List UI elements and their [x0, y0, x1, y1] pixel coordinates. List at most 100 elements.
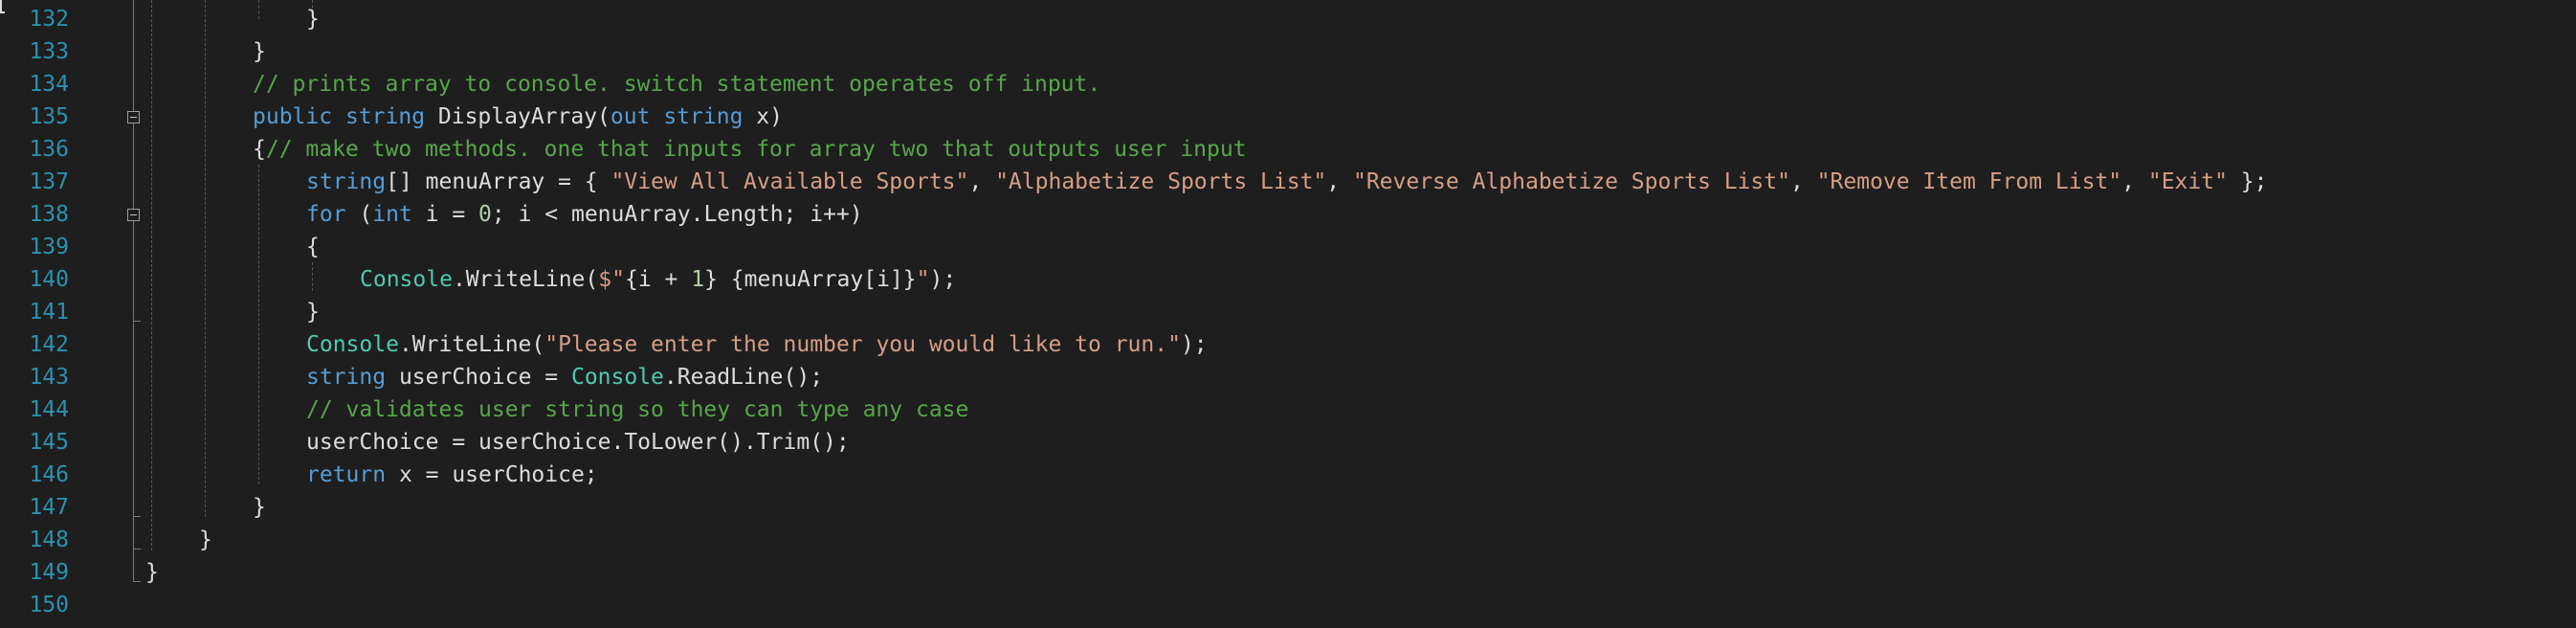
- line-number: 139: [29, 235, 69, 259]
- line-number: 146: [29, 462, 69, 487]
- code-line[interactable]: {// make two methods. one that inputs fo…: [253, 133, 1247, 166]
- code-token: ; i < menuArray.Length; i++): [491, 202, 863, 227]
- code-line[interactable]: Console.WriteLine("Please enter the numb…: [306, 328, 1208, 361]
- code-line[interactable]: }: [306, 3, 320, 35]
- code-token: x): [743, 104, 783, 129]
- type-token: Console: [570, 365, 664, 390]
- keyword-token: string: [344, 104, 426, 129]
- code-line[interactable]: {: [306, 231, 320, 263]
- number-token: 0: [478, 202, 492, 227]
- code-token: }: [253, 39, 266, 64]
- indent-guide: [312, 262, 313, 291]
- outline-end: [133, 516, 141, 517]
- string-token: "Alphabetize Sports List": [995, 169, 1327, 194]
- comment-token: // validates user string so they can typ…: [306, 397, 969, 422]
- code-token: {i +: [624, 267, 692, 292]
- code-line[interactable]: string userChoice = Console.ReadLine();: [306, 361, 823, 393]
- code-token: }: [306, 300, 320, 325]
- keyword-token: return: [306, 462, 387, 487]
- code-token: }: [145, 560, 159, 585]
- code-line[interactable]: public string DisplayArray(out string x): [253, 101, 783, 133]
- outline-end: [133, 549, 141, 550]
- code-line[interactable]: return x = userChoice;: [306, 459, 598, 491]
- code-line[interactable]: }: [306, 296, 320, 328]
- outline-end: [133, 321, 141, 322]
- code-token: {: [253, 137, 266, 162]
- code-token: ,: [2121, 169, 2148, 194]
- string-token: "Exit": [2147, 169, 2228, 194]
- code-token: .ReadLine();: [663, 365, 824, 390]
- code-line[interactable]: }: [199, 524, 212, 556]
- code-line[interactable]: userChoice = userChoice.ToLower().Trim()…: [306, 426, 850, 459]
- number-token: 1: [691, 267, 705, 292]
- code-token: };: [2227, 169, 2268, 194]
- collapse-toggle-for[interactable]: [127, 209, 140, 221]
- line-number: 142: [29, 332, 69, 357]
- code-token: userChoice = userChoice.ToLower().Trim()…: [306, 430, 850, 455]
- comment-token: // prints array to console. switch state…: [253, 72, 1101, 97]
- code-token: DisplayArray(: [425, 104, 611, 129]
- code-line[interactable]: }: [253, 491, 266, 524]
- code-token: .WriteLine(: [452, 267, 599, 292]
- line-number: 149: [29, 560, 69, 585]
- code-line[interactable]: Console.WriteLine($"{i + 1} {menuArray[i…: [360, 263, 956, 296]
- indent-guide: [205, 0, 206, 517]
- line-number-gutter: 132 133 134 135 136 137 138 139 140 141 …: [0, 0, 115, 628]
- line-number: 132: [29, 7, 69, 32]
- comment-token: // make two methods. one that inputs for…: [265, 137, 1247, 162]
- keyword-token: string: [306, 365, 387, 390]
- line-number: 136: [29, 137, 69, 162]
- code-line[interactable]: }: [145, 556, 159, 589]
- indent-guide: [151, 0, 152, 550]
- line-number: 133: [29, 39, 69, 64]
- code-token: (: [345, 202, 373, 227]
- line-number: 140: [29, 267, 69, 292]
- outline-end: [133, 581, 141, 582]
- string-token: "Remove Item From List": [1816, 169, 2122, 194]
- code-token: x = userChoice;: [386, 462, 598, 487]
- code-token: }: [306, 7, 320, 32]
- code-token: [] menuArray = {: [386, 169, 611, 194]
- string-token: "Reverse Alphabetize Sports List": [1352, 169, 1790, 194]
- code-editor[interactable]: 132 133 134 135 136 137 138 139 140 141 …: [0, 0, 2576, 628]
- outline-line-namespace: [133, 0, 134, 550]
- type-token: Console: [360, 267, 453, 292]
- string-token: "Please enter the number you would like …: [544, 332, 1181, 357]
- indent-guide: [258, 165, 259, 484]
- keyword-token: string: [306, 169, 387, 194]
- code-line[interactable]: // prints array to console. switch state…: [253, 68, 1100, 101]
- line-number: 138: [29, 202, 69, 227]
- type-token: Console: [306, 332, 399, 357]
- line-number: 145: [29, 430, 69, 455]
- keyword-token: for: [306, 202, 346, 227]
- code-token: ,: [968, 169, 996, 194]
- code-line[interactable]: for (int i = 0; i < menuArray.Length; i+…: [306, 198, 863, 231]
- code-line[interactable]: }: [253, 35, 266, 68]
- code-line[interactable]: // validates user string so they can typ…: [306, 393, 968, 426]
- line-number: 135: [29, 104, 69, 129]
- keyword-token: public: [253, 104, 333, 129]
- line-number: 144: [29, 397, 69, 422]
- code-line[interactable]: string[] menuArray = { "View All Availab…: [306, 166, 2267, 198]
- string-token: "View All Available Sports": [611, 169, 969, 194]
- string-token: ": [916, 267, 930, 292]
- code-token: );: [1180, 332, 1208, 357]
- line-number: 147: [29, 495, 69, 520]
- line-number: 143: [29, 365, 69, 390]
- code-token: ,: [1789, 169, 1817, 194]
- line-number: 148: [29, 527, 69, 552]
- code-token: .WriteLine(: [398, 332, 545, 357]
- keyword-token: int: [372, 202, 412, 227]
- line-number: 141: [29, 300, 69, 325]
- indent-guide: [258, 0, 259, 19]
- code-token: );: [929, 267, 957, 292]
- code-token: i =: [411, 202, 479, 227]
- keyword-token: string: [663, 104, 744, 129]
- collapse-toggle-method[interactable]: [127, 111, 140, 123]
- line-number: 137: [29, 169, 69, 194]
- code-token: {: [306, 235, 320, 259]
- code-token: }: [253, 495, 266, 520]
- code-token: }: [199, 527, 212, 552]
